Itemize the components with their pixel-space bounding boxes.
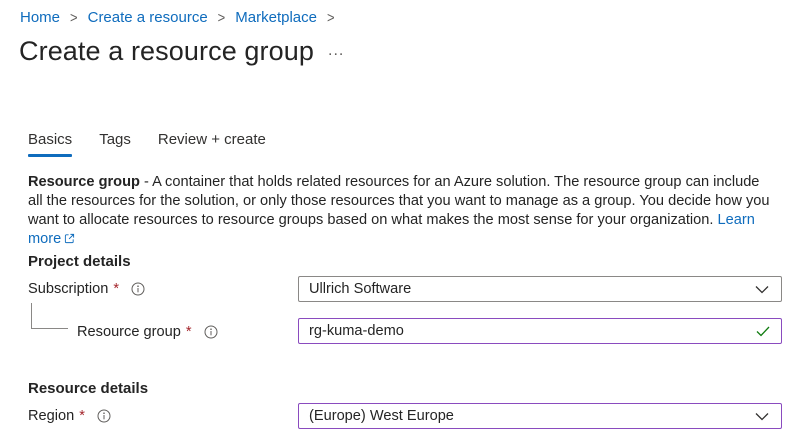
tab-bar: Basics Tags Review + create (28, 131, 293, 157)
info-icon[interactable] (204, 325, 218, 339)
more-options-button[interactable]: ... (328, 42, 344, 60)
chevron-down-icon (755, 285, 769, 294)
resource-group-label: Resource group * (77, 324, 218, 340)
required-indicator: * (79, 408, 85, 424)
chevron-down-icon (755, 412, 769, 421)
tree-connector (31, 303, 68, 329)
region-label: Region * (28, 408, 111, 424)
tab-tags[interactable]: Tags (99, 131, 131, 157)
resource-group-value: rg-kuma-demo (309, 323, 404, 339)
required-indicator: * (185, 324, 192, 340)
resource-group-label-text: Resource group (77, 324, 181, 340)
external-link-icon (64, 231, 75, 250)
checkmark-icon (756, 326, 770, 337)
tab-review-create[interactable]: Review + create (158, 131, 266, 157)
breadcrumb-home[interactable]: Home (20, 9, 60, 26)
info-icon[interactable] (97, 409, 111, 423)
resource-group-description: Resource group - A container that holds … (28, 173, 778, 250)
subscription-value: Ullrich Software (309, 281, 412, 297)
subscription-label-text: Subscription (28, 281, 109, 297)
breadcrumb-separator: > (70, 9, 78, 26)
breadcrumb-separator: > (326, 9, 335, 26)
region-dropdown[interactable]: (Europe) West Europe (298, 403, 782, 429)
create-resource-group-page: Home > Create a resource > Marketplace >… (0, 0, 800, 448)
description-text: - A container that holds related resourc… (28, 174, 770, 228)
resource-details-heading: Resource details (28, 380, 149, 397)
page-title: Create a resource group (19, 36, 314, 66)
breadcrumb-separator: > (217, 9, 226, 26)
resource-group-input[interactable]: rg-kuma-demo (298, 318, 782, 344)
subscription-dropdown[interactable]: Ullrich Software (298, 276, 782, 302)
description-term: Resource group (28, 174, 140, 190)
breadcrumb-marketplace[interactable]: Marketplace (235, 9, 317, 26)
subscription-label: Subscription * (28, 281, 145, 297)
required-indicator: * (113, 281, 119, 297)
project-details-heading: Project details (28, 253, 131, 270)
tab-basics[interactable]: Basics (28, 131, 73, 157)
region-value: (Europe) West Europe (309, 408, 454, 424)
region-label-text: Region (28, 408, 75, 424)
breadcrumb-create-resource[interactable]: Create a resource (88, 9, 208, 26)
info-icon[interactable] (131, 282, 145, 296)
breadcrumb: Home > Create a resource > Marketplace > (20, 9, 345, 26)
